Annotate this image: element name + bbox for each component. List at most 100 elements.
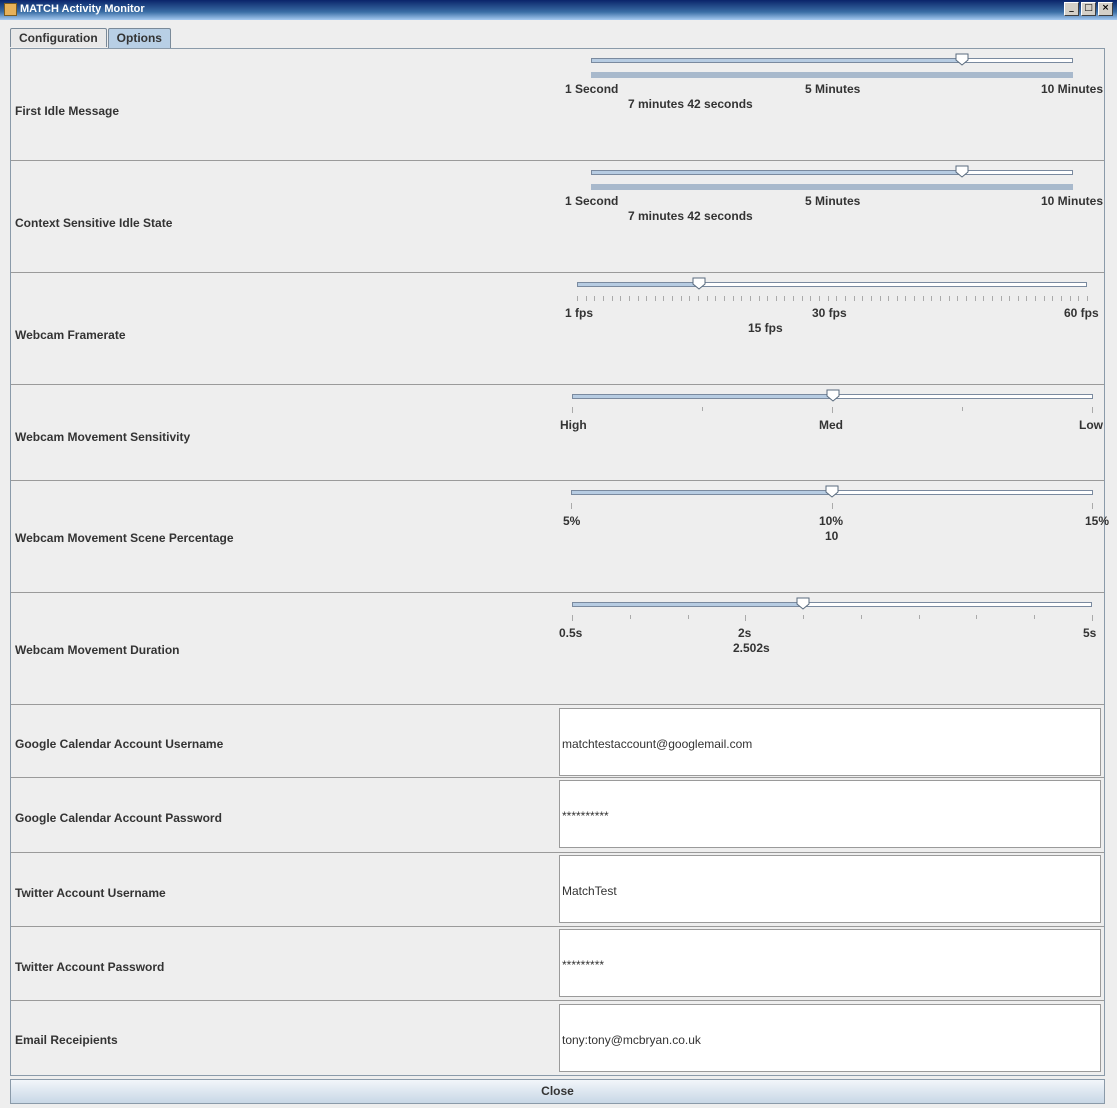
tick-mark [844,296,846,301]
slider-row-scene-percentage: Webcam Movement Scene Percentage 5% 10% … [11,481,1109,593]
tick-mark [723,296,725,301]
field-row-google-username: Google Calendar Account Username matchte… [11,705,1104,778]
tick-mark [879,296,881,301]
slider-thumb[interactable] [955,165,969,178]
field-label: Twitter Account Username [15,886,166,900]
tick-mark [983,296,985,301]
tick-mark [571,503,572,509]
close-icon[interactable]: × [1098,2,1113,16]
tick-mark [1034,615,1036,619]
tick-mark [672,296,674,301]
slider-label: Webcam Movement Duration [15,643,180,657]
field-value: ********** [562,809,609,823]
field-value: ********* [562,958,605,972]
tick-mark [577,296,578,301]
slider-thumb[interactable] [955,53,969,66]
slider-min-label: 5% [563,514,581,528]
tick-mark [832,407,833,413]
tick-mark [629,615,631,619]
close-button[interactable]: Close [10,1079,1105,1104]
tick-mark [689,296,691,301]
twitter-username-field[interactable]: MatchTest [559,855,1101,923]
field-label: Google Calendar Account Password [15,811,222,825]
tick-mark [931,296,933,301]
slider-mid-label: 5 Minutes [805,82,861,96]
tick-mark [957,296,959,301]
slider-thumb[interactable] [825,485,839,498]
tick-mark [741,296,743,301]
tick-mark [803,615,805,619]
tick-mark [1000,296,1002,301]
tick-mark [784,296,786,301]
tick-mark [1017,296,1019,301]
tab-options[interactable]: Options [107,28,171,48]
email-recipients-field[interactable]: tony:tony@mcbryan.co.uk [559,1004,1101,1072]
slider-label: Webcam Movement Scene Percentage [15,531,234,545]
tick-mark [611,296,613,301]
window-title: MATCH Activity Monitor [20,3,145,15]
tick-mark [914,296,916,301]
tick-mark [832,503,833,509]
twitter-password-field[interactable]: ********* [559,929,1101,997]
tick-mark [801,296,803,301]
tick-mark [1061,296,1063,301]
field-label: Email Receipients [15,1033,118,1047]
tick-mark [1069,296,1071,301]
slider-track[interactable] [591,58,1073,63]
slider-thumb[interactable] [692,277,706,290]
slider-max-label: 5s [1083,626,1097,640]
slider-row-movement-sensitivity: Webcam Movement Sensitivity High Med Low [11,385,1104,481]
slider-bar [591,184,1073,190]
slider-row-first-idle-message: First Idle Message 1 Second 5 Minutes 10… [11,49,1104,161]
slider-min-label: 1 fps [565,306,594,320]
tick-mark [922,296,924,301]
maximize-icon[interactable]: □ [1081,2,1096,16]
tick-mark [962,407,963,411]
tick-mark [940,296,942,301]
slider-thumb[interactable] [826,389,840,402]
tick-mark [572,615,573,621]
tick-mark [965,296,967,301]
tick-mark [819,296,821,301]
slider-min-label: High [560,418,587,432]
tick-mark [702,407,703,411]
google-password-field[interactable]: ********** [559,780,1101,848]
tick-mark [572,407,573,413]
tick-mark [767,296,769,301]
tick-mark [775,296,777,301]
tick-mark [853,296,855,301]
tick-mark [628,296,630,301]
tick-mark [654,296,656,301]
minimize-icon[interactable]: _ [1064,2,1079,16]
tick-mark [715,296,717,301]
tick-mark [976,615,978,619]
slider-row-movement-duration: Webcam Movement Duration 0.5s 2s 5s 2.50… [11,593,1104,705]
tick-mark [1052,296,1054,301]
slider-track[interactable] [591,170,1073,175]
tick-mark [1092,503,1093,509]
tab-configuration[interactable]: Configuration [10,28,107,47]
tick-mark [991,296,993,301]
field-row-email-recipients: Email Receipients tony:tony@mcbryan.co.u… [11,1001,1104,1075]
slider-value: 10 [825,529,839,543]
tick-mark [1078,296,1080,301]
tick-mark [745,615,747,621]
slider-thumb[interactable] [796,597,810,610]
slider-max-label: 15% [1085,514,1110,528]
field-row-twitter-password: Twitter Account Password ********* [11,927,1104,1001]
tick-mark [1009,296,1011,301]
options-panel: First Idle Message 1 Second 5 Minutes 10… [10,48,1109,1076]
slider-area: 1 Second 5 Minutes 10 Minutes 7 minutes … [551,161,1106,272]
slider-track[interactable] [577,282,1087,287]
google-username-field[interactable]: matchtestaccount@googlemail.com [559,708,1101,776]
field-value: matchtestaccount@googlemail.com [562,737,753,751]
tick-mark [1043,296,1045,301]
window-controls: _ □ × [1064,2,1113,16]
slider-max-label: 60 fps [1064,306,1099,320]
tick-mark [860,615,862,619]
tick-mark [862,296,864,301]
slider-value: 7 minutes 42 seconds [628,209,753,223]
slider-bar [591,72,1073,78]
slider-track[interactable] [572,602,1092,607]
slider-value: 15 fps [748,321,783,335]
